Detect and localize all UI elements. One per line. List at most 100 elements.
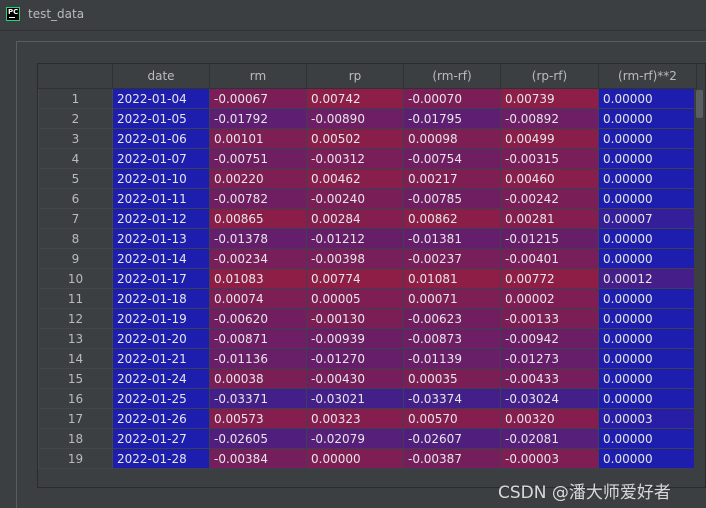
value-cell[interactable]: 0.00007 bbox=[598, 208, 697, 229]
value-cell[interactable]: 0.00002 bbox=[500, 288, 599, 309]
date-cell[interactable]: 2022-01-07 bbox=[112, 148, 210, 169]
data-table[interactable]: date rm rp (rm-rf) (rp-rf) (rm-rf)**2 1 2022-0… bbox=[38, 64, 697, 469]
scrollbar-thumb[interactable] bbox=[696, 90, 703, 118]
table-row[interactable]: 4 2022-01-07 -0.00751 -0.00312 -0.00754 -0.00… bbox=[38, 148, 697, 169]
date-cell[interactable]: 2022-01-25 bbox=[112, 388, 210, 409]
value-cell[interactable]: 0.00000 bbox=[598, 228, 697, 249]
value-cell[interactable]: 0.00000 bbox=[598, 428, 697, 449]
value-cell[interactable]: -0.01795 bbox=[403, 108, 501, 129]
date-cell[interactable]: 2022-01-27 bbox=[112, 428, 210, 449]
value-cell[interactable]: -0.00387 bbox=[403, 448, 501, 469]
column-header[interactable]: date bbox=[112, 64, 210, 89]
row-index-cell[interactable]: 17 bbox=[38, 408, 113, 429]
row-index-cell[interactable]: 2 bbox=[38, 108, 113, 129]
value-cell[interactable]: 0.00570 bbox=[403, 408, 501, 429]
value-cell[interactable]: 0.00499 bbox=[500, 128, 599, 149]
value-cell[interactable]: -0.00782 bbox=[209, 188, 307, 209]
row-index-cell[interactable]: 8 bbox=[38, 228, 113, 249]
column-header[interactable]: (rm-rf) bbox=[403, 64, 501, 89]
table-row[interactable]: 11 2022-01-18 0.00074 0.00005 0.00071 0.00002… bbox=[38, 288, 697, 309]
value-cell[interactable]: -0.02079 bbox=[306, 428, 404, 449]
value-cell[interactable]: 0.00000 bbox=[598, 368, 697, 389]
value-cell[interactable]: -0.02605 bbox=[209, 428, 307, 449]
value-cell[interactable]: 0.00012 bbox=[598, 268, 697, 289]
table-row[interactable]: 8 2022-01-13 -0.01378 -0.01212 -0.01381 -0.01… bbox=[38, 228, 697, 249]
value-cell[interactable]: 0.00000 bbox=[598, 388, 697, 409]
value-cell[interactable]: -0.00398 bbox=[306, 248, 404, 269]
value-cell[interactable]: -0.02607 bbox=[403, 428, 501, 449]
date-cell[interactable]: 2022-01-19 bbox=[112, 308, 210, 329]
value-cell[interactable]: -0.01136 bbox=[209, 348, 307, 369]
value-cell[interactable]: 0.00000 bbox=[598, 308, 697, 329]
date-cell[interactable]: 2022-01-18 bbox=[112, 288, 210, 309]
table-row[interactable]: 3 2022-01-06 0.00101 0.00502 0.00098 0.00499 0… bbox=[38, 128, 697, 149]
table-row[interactable]: 5 2022-01-10 0.00220 0.00462 0.00217 0.00460 0… bbox=[38, 168, 697, 189]
table-row[interactable]: 6 2022-01-11 -0.00782 -0.00240 -0.00785 -0.00… bbox=[38, 188, 697, 209]
value-cell[interactable]: -0.00384 bbox=[209, 448, 307, 469]
value-cell[interactable]: 0.00000 bbox=[598, 288, 697, 309]
value-cell[interactable]: 0.00071 bbox=[403, 288, 501, 309]
value-cell[interactable]: -0.00130 bbox=[306, 308, 404, 329]
value-cell[interactable]: 0.00284 bbox=[306, 208, 404, 229]
row-index-cell[interactable]: 6 bbox=[38, 188, 113, 209]
value-cell[interactable]: -0.02081 bbox=[500, 428, 599, 449]
value-cell[interactable]: -0.00939 bbox=[306, 328, 404, 349]
value-cell[interactable]: -0.03371 bbox=[209, 388, 307, 409]
value-cell[interactable]: -0.00433 bbox=[500, 368, 599, 389]
value-cell[interactable]: 0.00098 bbox=[403, 128, 501, 149]
table-row[interactable]: 14 2022-01-21 -0.01136 -0.01270 -0.01139 -0.0… bbox=[38, 348, 697, 369]
row-index-cell[interactable]: 4 bbox=[38, 148, 113, 169]
value-cell[interactable]: -0.00133 bbox=[500, 308, 599, 329]
value-cell[interactable]: -0.00623 bbox=[403, 308, 501, 329]
date-cell[interactable]: 2022-01-17 bbox=[112, 268, 210, 289]
value-cell[interactable]: 0.00502 bbox=[306, 128, 404, 149]
value-cell[interactable]: -0.00620 bbox=[209, 308, 307, 329]
value-cell[interactable]: 0.00000 bbox=[306, 448, 404, 469]
row-index-cell[interactable]: 11 bbox=[38, 288, 113, 309]
value-cell[interactable]: 0.00323 bbox=[306, 408, 404, 429]
table-row[interactable]: 15 2022-01-24 0.00038 -0.00430 0.00035 -0.004… bbox=[38, 368, 697, 389]
row-index-cell[interactable]: 10 bbox=[38, 268, 113, 289]
value-cell[interactable]: -0.01270 bbox=[306, 348, 404, 369]
value-cell[interactable]: -0.00754 bbox=[403, 148, 501, 169]
table-row[interactable]: 9 2022-01-14 -0.00234 -0.00398 -0.00237 -0.00… bbox=[38, 248, 697, 269]
value-cell[interactable]: 0.00101 bbox=[209, 128, 307, 149]
date-cell[interactable]: 2022-01-28 bbox=[112, 448, 210, 469]
value-cell[interactable]: 0.01083 bbox=[209, 268, 307, 289]
value-cell[interactable]: 0.00217 bbox=[403, 168, 501, 189]
value-cell[interactable]: 0.00000 bbox=[598, 128, 697, 149]
value-cell[interactable]: -0.00003 bbox=[500, 448, 599, 469]
table-row[interactable]: 19 2022-01-28 -0.00384 0.00000 -0.00387 -0.00… bbox=[38, 448, 697, 469]
data-table-viewport[interactable]: date rm rp (rm-rf) (rp-rf) (rm-rf)**2 1 2022-0… bbox=[37, 63, 706, 488]
row-index-cell[interactable]: 16 bbox=[38, 388, 113, 409]
table-row[interactable]: 12 2022-01-19 -0.00620 -0.00130 -0.00623 -0.0… bbox=[38, 308, 697, 329]
date-cell[interactable]: 2022-01-06 bbox=[112, 128, 210, 149]
date-cell[interactable]: 2022-01-13 bbox=[112, 228, 210, 249]
value-cell[interactable]: 0.00320 bbox=[500, 408, 599, 429]
value-cell[interactable]: -0.03374 bbox=[403, 388, 501, 409]
value-cell[interactable]: -0.00312 bbox=[306, 148, 404, 169]
value-cell[interactable]: 0.00003 bbox=[598, 408, 697, 429]
value-cell[interactable]: 0.00865 bbox=[209, 208, 307, 229]
row-index-cell[interactable]: 1 bbox=[38, 88, 113, 109]
value-cell[interactable]: 0.00772 bbox=[500, 268, 599, 289]
row-index-cell[interactable]: 13 bbox=[38, 328, 113, 349]
date-cell[interactable]: 2022-01-26 bbox=[112, 408, 210, 429]
value-cell[interactable]: -0.00751 bbox=[209, 148, 307, 169]
value-cell[interactable]: 0.00005 bbox=[306, 288, 404, 309]
value-cell[interactable]: 0.00000 bbox=[598, 188, 697, 209]
date-cell[interactable]: 2022-01-10 bbox=[112, 168, 210, 189]
value-cell[interactable]: -0.00067 bbox=[209, 88, 307, 109]
row-index-cell[interactable]: 12 bbox=[38, 308, 113, 329]
value-cell[interactable]: -0.00892 bbox=[500, 108, 599, 129]
value-cell[interactable]: -0.00237 bbox=[403, 248, 501, 269]
date-cell[interactable]: 2022-01-20 bbox=[112, 328, 210, 349]
value-cell[interactable]: 0.00460 bbox=[500, 168, 599, 189]
value-cell[interactable]: 0.00000 bbox=[598, 148, 697, 169]
value-cell[interactable]: -0.01381 bbox=[403, 228, 501, 249]
value-cell[interactable]: -0.00070 bbox=[403, 88, 501, 109]
value-cell[interactable]: -0.01212 bbox=[306, 228, 404, 249]
table-row[interactable]: 10 2022-01-17 0.01083 0.00774 0.01081 0.00772… bbox=[38, 268, 697, 289]
value-cell[interactable]: 0.01081 bbox=[403, 268, 501, 289]
row-index-cell[interactable]: 3 bbox=[38, 128, 113, 149]
